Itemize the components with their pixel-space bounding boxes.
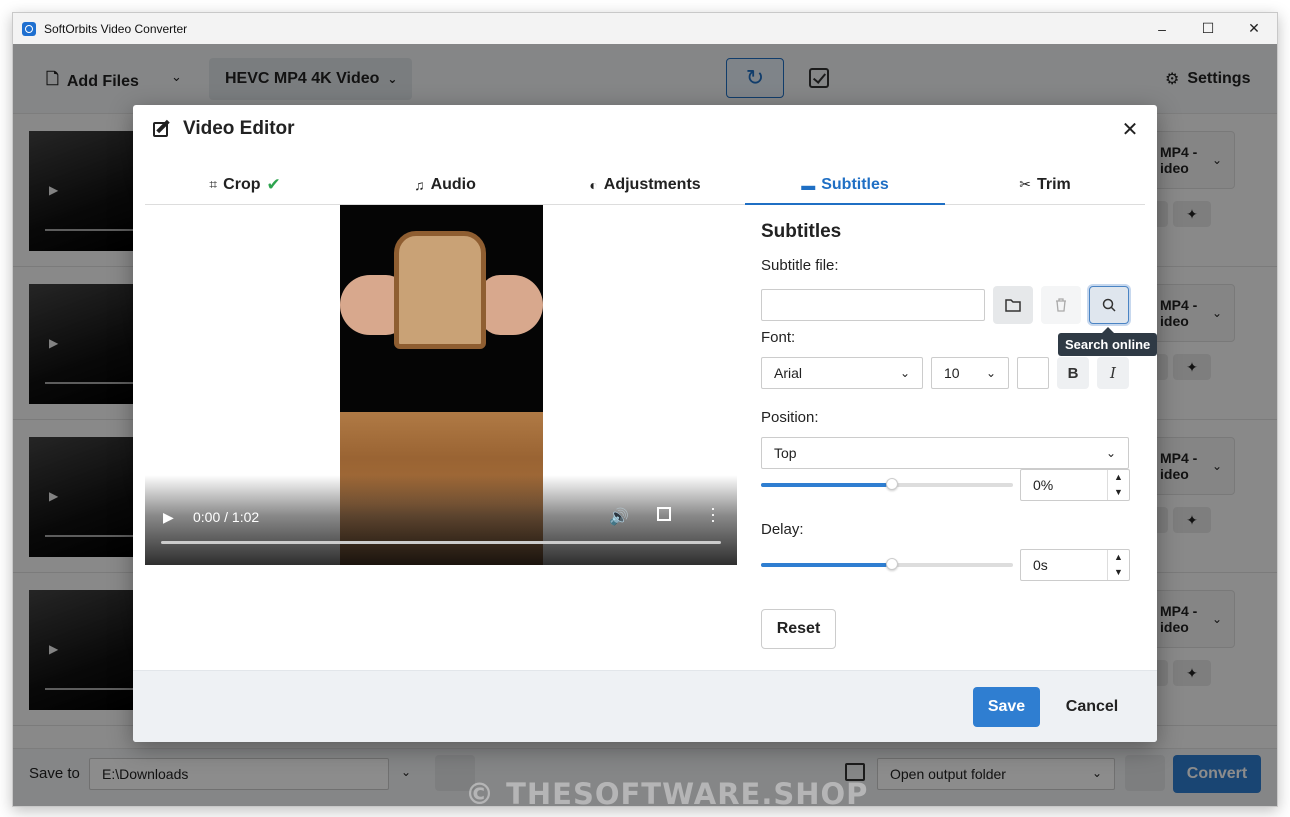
tab-crop[interactable]: ⌗ Crop ✔ — [145, 165, 345, 204]
folder-icon — [1005, 299, 1021, 312]
italic-button[interactable]: I — [1097, 357, 1129, 389]
crop-icon: ⌗ — [209, 176, 218, 192]
position-slider-handle[interactable] — [886, 478, 898, 490]
maximize-button[interactable]: ☐ — [1185, 13, 1231, 44]
search-icon — [1102, 298, 1116, 312]
position-percent-input[interactable]: 0% ▲ ▼ — [1020, 469, 1130, 501]
font-color-picker[interactable] — [1017, 357, 1049, 389]
play-button[interactable]: ▶ — [163, 509, 174, 526]
music-icon: ♫ — [414, 176, 425, 193]
font-size-select[interactable]: 10 ⌄ — [931, 357, 1009, 389]
delay-label: Delay: — [761, 521, 804, 538]
player-controls: ▶ 0:00 / 1:02 🔊 · · · — [145, 475, 737, 565]
dialog-title-text: Video Editor — [183, 118, 295, 139]
trash-icon — [1056, 298, 1066, 312]
chevron-down-icon: ⌄ — [899, 366, 910, 380]
title-bar: SoftOrbits Video Converter – ☐ ✕ — [13, 13, 1277, 44]
save-button[interactable]: Save — [973, 687, 1040, 727]
chevron-down-icon: ⌄ — [985, 366, 996, 380]
watermark: © THESOFTWARE.SHOP — [465, 777, 869, 811]
tab-subtitles[interactable]: ▬ Subtitles — [745, 165, 945, 205]
browse-subtitle-button[interactable] — [993, 286, 1033, 324]
close-window-button[interactable]: ✕ — [1231, 13, 1277, 44]
search-online-tooltip: Search online — [1058, 327, 1158, 356]
minimize-button[interactable]: – — [1139, 13, 1185, 44]
tab-adjustments[interactable]: ◐ Adjustments — [545, 165, 745, 204]
delay-input[interactable]: 0s ▲ ▼ — [1020, 549, 1130, 581]
window-title: SoftOrbits Video Converter — [44, 21, 188, 36]
tab-audio[interactable]: ♫ Audio — [345, 165, 545, 204]
bold-button[interactable]: B — [1057, 357, 1089, 389]
editor-tabs: ⌗ Crop ✔ ♫ Audio ◐ Adjustments ▬ Subtitl… — [145, 165, 1145, 205]
spinner-arrows-icon[interactable]: ▲ ▼ — [1107, 550, 1129, 580]
delete-subtitle-button[interactable] — [1041, 286, 1081, 324]
scissors-icon: ✂ — [1019, 176, 1031, 192]
dialog-footer: Save Cancel — [133, 670, 1157, 742]
spinner-arrows-icon[interactable]: ▲ ▼ — [1107, 470, 1129, 500]
dialog-title: Video Editor — [153, 118, 295, 140]
close-dialog-button[interactable]: ✕ — [1119, 119, 1141, 141]
font-family-select[interactable]: Arial ⌄ — [761, 357, 923, 389]
video-editor-dialog: Video Editor ✕ ⌗ Crop ✔ ♫ Audio ◐ Adjust… — [133, 105, 1158, 742]
delay-slider-handle[interactable] — [886, 558, 898, 570]
position-slider[interactable] — [761, 478, 1013, 490]
subtitle-file-label: Subtitle file: — [761, 257, 839, 274]
contrast-icon: ◐ — [589, 176, 598, 193]
font-label: Font: — [761, 329, 796, 346]
edit-icon — [153, 119, 173, 139]
position-select[interactable]: Top ⌄ — [761, 437, 1129, 469]
position-label: Position: — [761, 409, 819, 426]
chevron-down-icon: ⌄ — [1105, 446, 1116, 460]
subtitles-heading: Subtitles — [761, 221, 842, 242]
fullscreen-icon[interactable] — [657, 507, 671, 521]
volume-icon[interactable]: 🔊 — [609, 507, 629, 527]
video-player[interactable]: ▶ 0:00 / 1:02 🔊 · · · — [145, 205, 737, 565]
bread-slice — [394, 231, 486, 349]
delay-slider[interactable] — [761, 558, 1013, 570]
tab-trim[interactable]: ✂ Trim — [945, 165, 1145, 204]
reset-button[interactable]: Reset — [761, 609, 836, 649]
cancel-button[interactable]: Cancel — [1057, 687, 1127, 727]
seek-bar[interactable] — [161, 541, 721, 544]
subtitle-file-input[interactable] — [761, 289, 985, 321]
subtitles-icon: ▬ — [801, 176, 816, 193]
app-logo-icon — [22, 21, 36, 36]
search-online-button[interactable] — [1089, 286, 1129, 324]
more-options-icon[interactable]: · · · — [709, 499, 717, 529]
playback-time: 0:00 / 1:02 — [193, 509, 260, 525]
check-icon: ✔ — [266, 174, 281, 194]
